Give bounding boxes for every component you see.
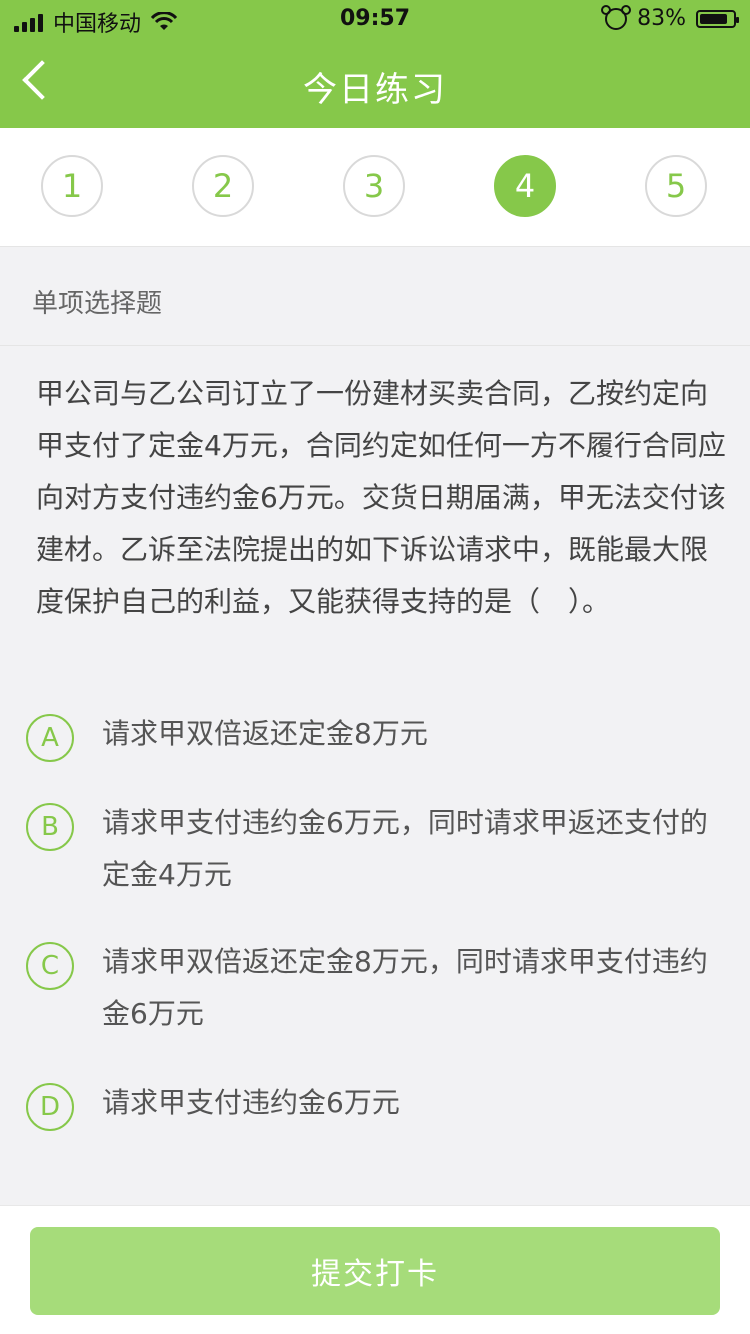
- bottom-bar: 提交打卡: [0, 1205, 750, 1334]
- step-5[interactable]: 5: [645, 155, 707, 217]
- option-letter: B: [26, 803, 74, 851]
- option-text: 请求甲支付违约金6万元: [102, 1086, 400, 1119]
- alarm-icon: [601, 4, 632, 30]
- question-type-label: 单项选择题: [32, 289, 163, 319]
- step-1[interactable]: 1: [41, 155, 103, 217]
- step-3[interactable]: 3: [343, 155, 405, 217]
- battery-icon: [696, 9, 739, 28]
- step-4[interactable]: 4: [494, 155, 556, 217]
- battery-percent: 83%: [637, 6, 686, 31]
- option-text: 请求甲支付违约金6万元，同时请求甲返还支付的定金4万元: [102, 806, 708, 891]
- nav-bar: 今日练习: [0, 40, 750, 128]
- option-text: 请求甲双倍返还定金8万元: [102, 717, 428, 750]
- question-text: 甲公司与乙公司订立了一份建材买卖合同，乙按约定向甲支付了定金4万元，合同约定如任…: [36, 377, 726, 618]
- screen: 中国移动 09:57 83% 今日练习 1 2 3 4 5 单项选择题 甲公司与…: [0, 0, 750, 1334]
- option-text: 请求甲双倍返还定金8万元，同时请求甲支付违约金6万元: [102, 945, 708, 1030]
- step-2[interactable]: 2: [192, 155, 254, 217]
- submit-button[interactable]: 提交打卡: [30, 1227, 720, 1315]
- question-type: 单项选择题: [0, 247, 750, 346]
- page-title: 今日练习: [303, 70, 447, 110]
- question-steps: 1 2 3 4 5: [0, 128, 750, 247]
- status-bar: 中国移动 09:57 83%: [0, 0, 750, 40]
- battery-fill: [700, 13, 727, 24]
- header: 中国移动 09:57 83% 今日练习: [0, 0, 750, 128]
- status-right: 83%: [601, 4, 739, 31]
- option-letter: A: [26, 714, 74, 762]
- option-letter: C: [26, 942, 74, 990]
- option-letter: D: [26, 1083, 74, 1131]
